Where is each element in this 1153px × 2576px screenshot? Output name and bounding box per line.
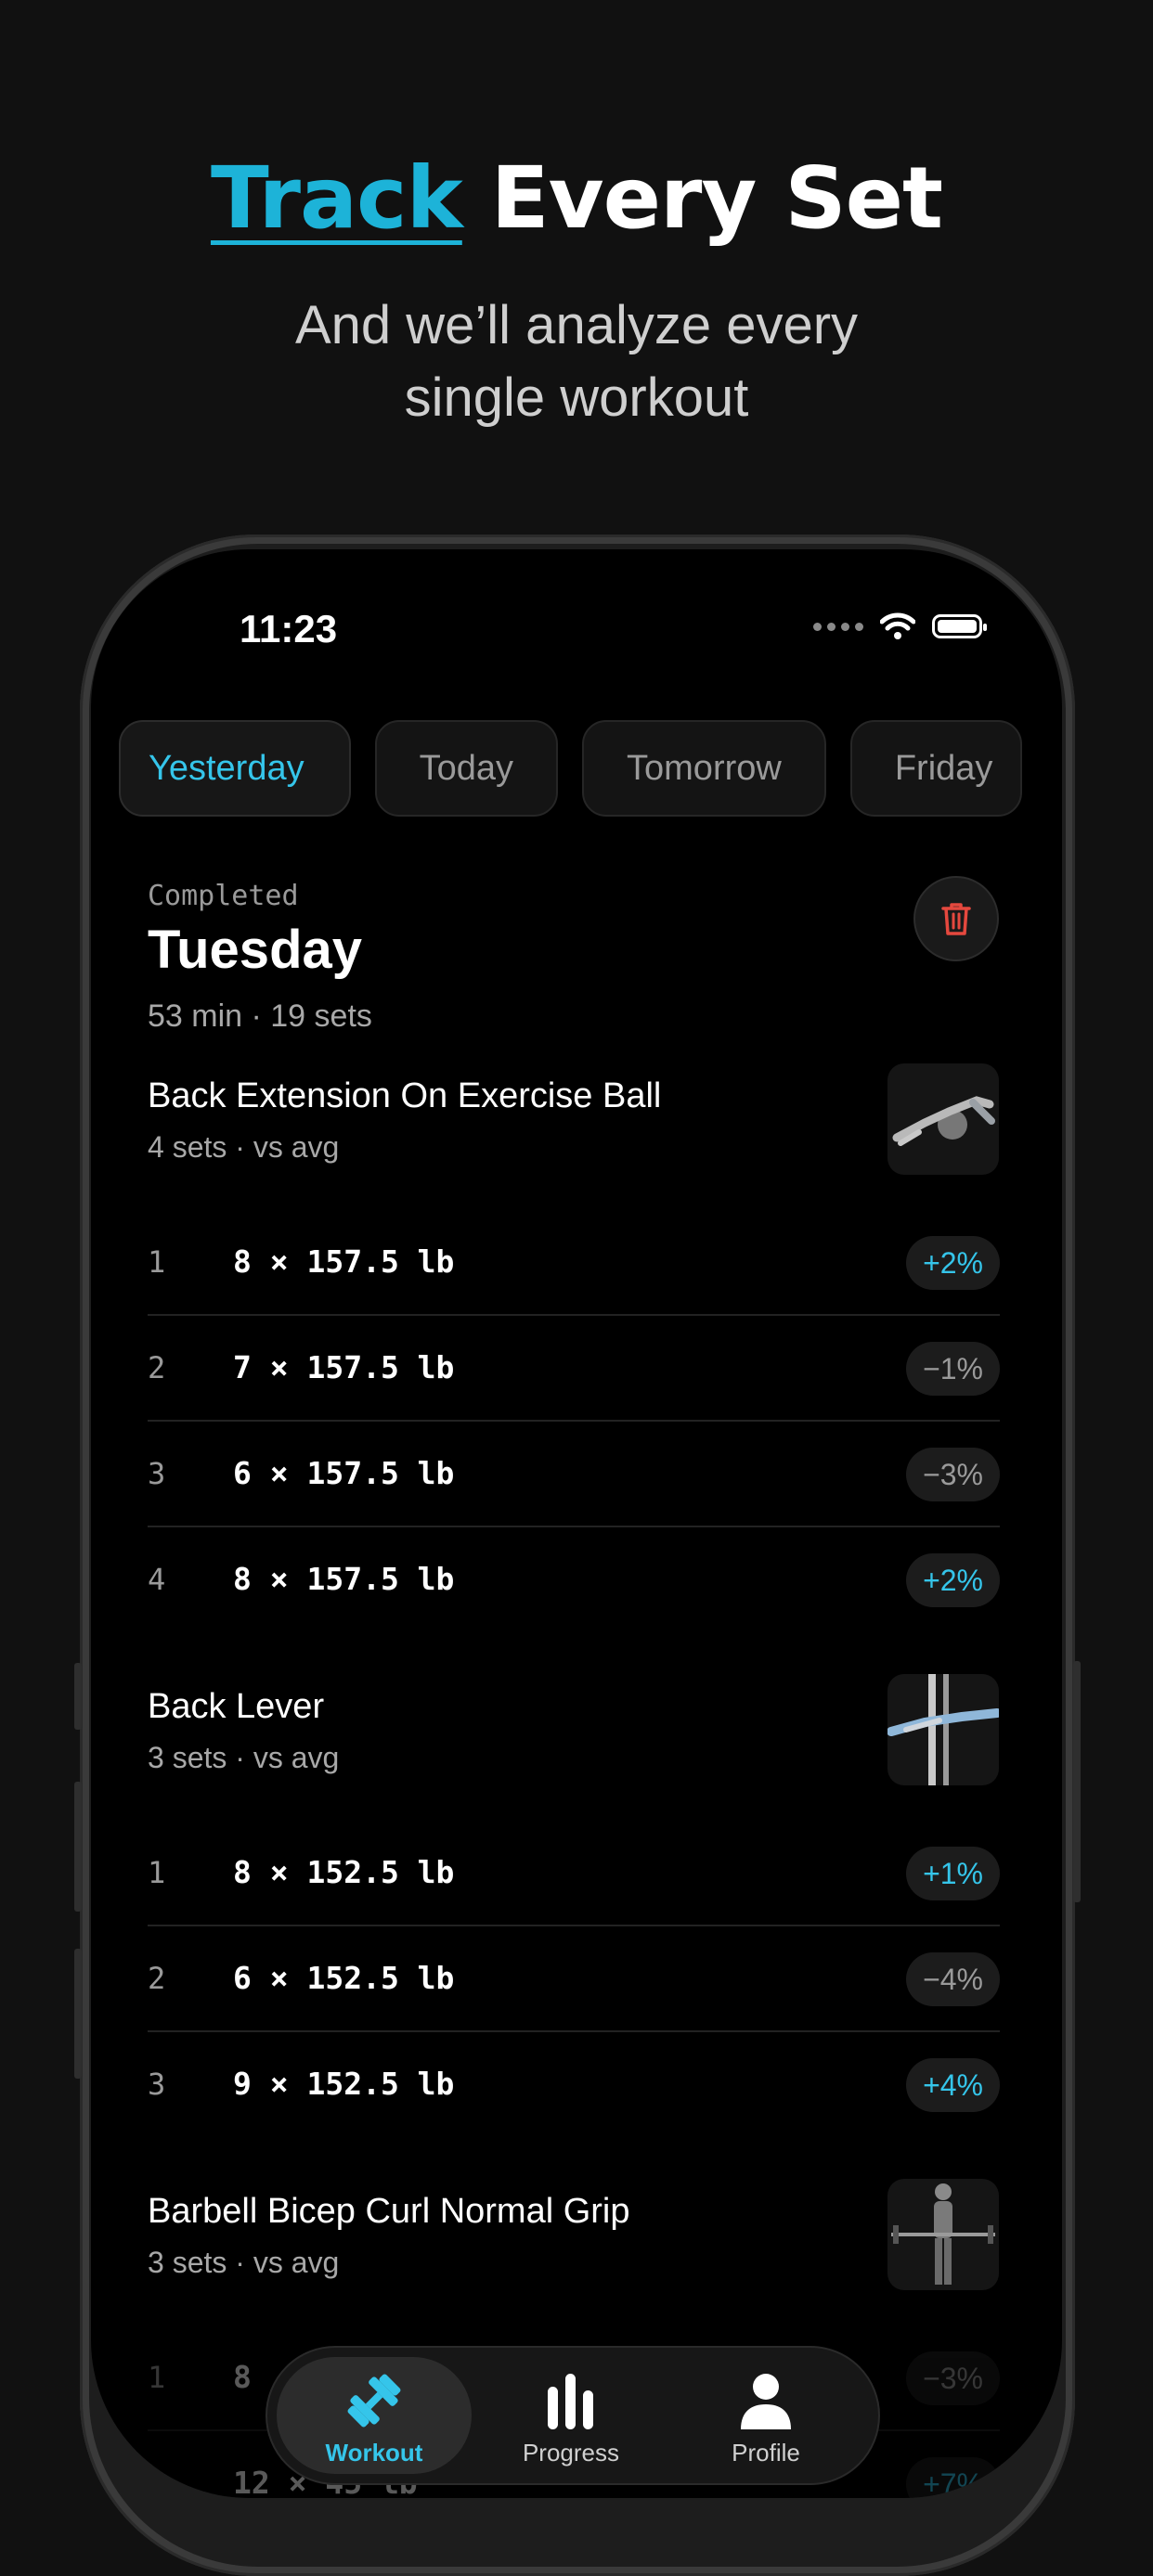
set-number: 2 <box>148 2466 166 2498</box>
set-delta-badge: +1% <box>906 1847 1000 1900</box>
set-number: 2 <box>148 1350 166 1385</box>
tab-today[interactable]: Today <box>374 720 559 817</box>
set-number: 1 <box>148 2360 166 2395</box>
set-value: 8 <box>233 2359 252 2395</box>
set-number: 2 <box>148 1961 166 1996</box>
exercise-thumbnail[interactable] <box>887 1063 999 1175</box>
set-delta-badge: −4% <box>906 1952 1000 2006</box>
set-number: 4 <box>148 1562 166 1597</box>
set-value: 7 × 157.5 lb <box>233 1349 455 1385</box>
back-extension-figure-icon <box>892 1096 995 1146</box>
side-button <box>74 1949 82 2079</box>
exercise-thumbnail[interactable] <box>887 2179 999 2290</box>
status-time: 11:23 <box>240 607 338 650</box>
status-icons <box>813 612 987 640</box>
tab-progress[interactable]: Progress <box>473 2357 668 2474</box>
set-delta-badge: +7% <box>906 2457 1000 2498</box>
set-delta-badge: −3% <box>906 2351 1000 2405</box>
set-delta-badge: −3% <box>906 1448 1000 1501</box>
set-row[interactable]: 3 9 × 152.5 lb +4% <box>148 2032 1000 2136</box>
side-button <box>74 1782 82 1912</box>
subline-line-1: And we’ll analyze every <box>294 295 859 355</box>
set-row[interactable]: 2 6 × 152.5 lb −4% <box>148 1926 1000 2032</box>
signal-icon <box>813 622 863 631</box>
set-row[interactable]: 2 7 × 157.5 lb −1% <box>148 1316 1000 1422</box>
marketing-subline: And we’ll analyze every single workout <box>0 290 1153 434</box>
trash-icon <box>941 903 971 935</box>
exercise-meta: 3 sets · vs avg <box>148 2246 340 2279</box>
set-row[interactable]: 4 8 × 157.5 lb +2% <box>148 1527 1000 1631</box>
set-row[interactable]: 1 8 × 157.5 lb +2% <box>148 1210 1000 1316</box>
headline-accent: Track <box>210 148 463 248</box>
set-row[interactable]: 3 6 × 157.5 lb −3% <box>148 1422 1000 1527</box>
set-value: 8 × 152.5 lb <box>233 1854 455 1890</box>
set-value: 6 × 157.5 lb <box>233 1455 455 1491</box>
dumbbell-icon <box>347 2374 401 2428</box>
workout-day: Tuesday <box>148 920 363 980</box>
set-delta-badge: +4% <box>906 2058 1000 2112</box>
set-delta-badge: +2% <box>906 1553 1000 1607</box>
set-row[interactable]: 1 8 × 152.5 lb +1% <box>148 1821 1000 1926</box>
tab-tomorrow[interactable]: Tomorrow <box>582 720 826 817</box>
day-tabs: Yesterday Today Tomorrow Friday <box>119 720 1029 820</box>
subline-line-2: single workout <box>404 367 749 428</box>
person-icon <box>741 2374 791 2429</box>
workout-meta: 53 min · 19 sets <box>148 998 372 1034</box>
phone-screen: 11:23 Yesterday Today Tomorrow Friday Co… <box>91 549 1062 2498</box>
bottom-tab-bar: Workout Progress Profile <box>266 2346 880 2485</box>
set-delta-badge: +2% <box>906 1236 1000 1290</box>
set-value: 8 × 157.5 lb <box>233 1561 455 1597</box>
set-number: 1 <box>148 1855 166 1890</box>
tab-profile-label: Profile <box>732 2439 800 2467</box>
set-value: 6 × 152.5 lb <box>233 1960 455 1996</box>
tab-friday[interactable]: Friday <box>849 720 1023 817</box>
tab-profile[interactable]: Profile <box>668 2357 863 2474</box>
back-lever-figure-icon <box>887 1674 999 1785</box>
set-number: 3 <box>148 1456 166 1491</box>
set-delta-badge: −1% <box>906 1342 1000 1396</box>
exercise-name[interactable]: Back Lever <box>148 1687 324 1727</box>
tab-workout[interactable]: Workout <box>277 2357 472 2474</box>
set-value: 9 × 152.5 lb <box>233 2066 455 2102</box>
workout-status: Completed <box>148 880 299 912</box>
headline-rest: Every Set <box>461 148 943 248</box>
set-number: 1 <box>148 1244 166 1280</box>
exercise-name[interactable]: Back Extension On Exercise Ball <box>148 1076 661 1116</box>
set-value: 8 × 157.5 lb <box>233 1243 455 1280</box>
wifi-icon <box>880 612 915 639</box>
exercise-meta: 3 sets · vs avg <box>148 1741 340 1774</box>
bicep-curl-figure-icon <box>891 2183 995 2285</box>
delete-workout-button[interactable] <box>913 876 999 961</box>
bar-chart-icon <box>548 2374 593 2429</box>
tab-yesterday[interactable]: Yesterday <box>119 720 351 817</box>
exercise-thumbnail[interactable] <box>887 1674 999 1785</box>
exercise-name[interactable]: Barbell Bicep Curl Normal Grip <box>148 2192 630 2232</box>
exercise-meta: 4 sets · vs avg <box>148 1130 340 1164</box>
side-button <box>1073 1661 1081 1902</box>
tab-workout-label: Workout <box>325 2439 423 2467</box>
marketing-headline: Track Every Set <box>0 148 1153 248</box>
set-number: 3 <box>148 2067 166 2102</box>
battery-icon <box>932 614 987 638</box>
tab-progress-label: Progress <box>522 2439 620 2467</box>
side-button <box>74 1663 82 1730</box>
